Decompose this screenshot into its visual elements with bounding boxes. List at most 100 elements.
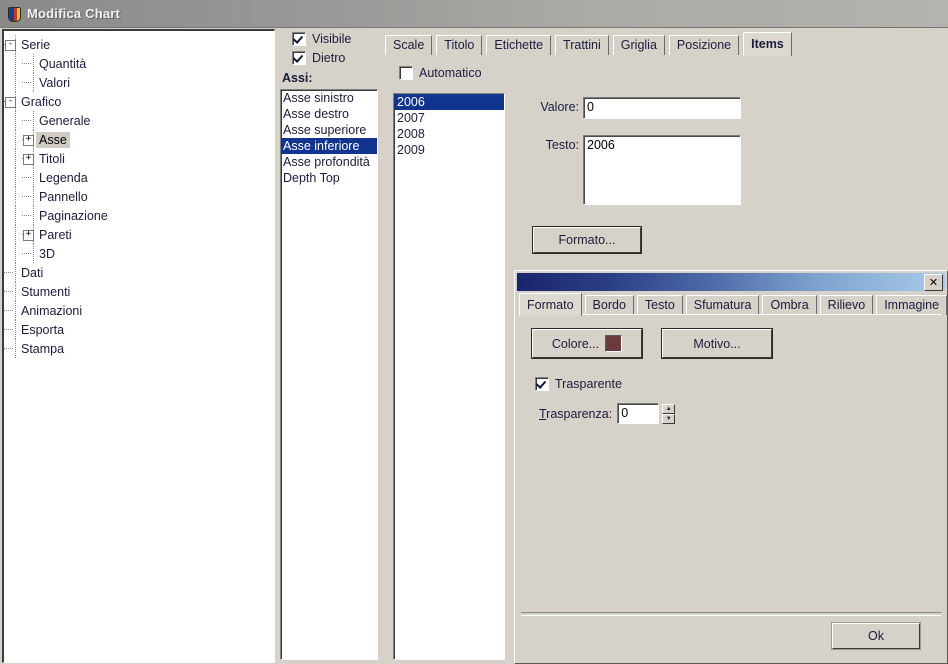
- tree-item-titoli[interactable]: + Titoli: [10, 149, 274, 168]
- behind-checkbox-row[interactable]: Dietro: [292, 48, 378, 67]
- items-list-item[interactable]: 2009: [394, 142, 504, 158]
- items-listbox[interactable]: 2006 2007 2008 2009: [393, 93, 505, 660]
- tree-item-valori[interactable]: Valori: [10, 73, 274, 92]
- format-tab-rilievo[interactable]: Rilievo: [819, 295, 874, 315]
- axis-options-panel: Visibile Dietro Assi: Asse sinistro Asse …: [278, 29, 378, 660]
- tree-guide: [33, 206, 34, 225]
- format-tab-panel: Colore... Motivo... Trasparente Traspare…: [519, 314, 941, 615]
- tree-item-animazioni[interactable]: Animazioni: [4, 301, 274, 320]
- dialog-separator: [521, 612, 941, 616]
- tree-item-pareti[interactable]: + Pareti: [10, 225, 274, 244]
- tab-posizione[interactable]: Posizione: [668, 35, 740, 55]
- tree-expand-icon[interactable]: +: [23, 230, 34, 241]
- color-button[interactable]: Colore...: [531, 328, 643, 359]
- tab-etichette[interactable]: Etichette: [486, 35, 552, 55]
- tree-item-label: Stampa: [21, 341, 65, 356]
- format-tab-ombra[interactable]: Ombra: [762, 295, 817, 315]
- tree-item-label: 3D: [39, 246, 55, 261]
- automatic-checkbox-row[interactable]: Automatico: [399, 63, 944, 83]
- transparency-input[interactable]: 0: [617, 403, 660, 424]
- tree-guide: [33, 168, 34, 187]
- tree-item-asse[interactable]: + Asse: [10, 130, 274, 149]
- tree-elbow: [4, 291, 14, 292]
- behind-checkbox[interactable]: [292, 50, 306, 65]
- axes-listbox[interactable]: Asse sinistro Asse destro Asse superiore As…: [280, 89, 378, 660]
- spinner-down-icon[interactable]: ▼: [662, 413, 676, 424]
- modifica-chart-window: Modifica Chart - Serie Quantità Valori - Graf…: [0, 0, 948, 664]
- tree-item-pannello[interactable]: Pannello: [10, 187, 274, 206]
- format-tab-sfumatura[interactable]: Sfumatura: [685, 295, 760, 315]
- items-list-item[interactable]: 2008: [394, 126, 504, 142]
- tree-guide: [15, 339, 16, 358]
- value-input[interactable]: 0: [583, 97, 741, 119]
- tree-expand-icon[interactable]: +: [23, 135, 34, 146]
- tree-item-generale[interactable]: Generale: [10, 111, 274, 130]
- tree-guide: [33, 111, 34, 130]
- tab-trattini[interactable]: Trattini: [555, 35, 609, 55]
- format-tab-bordo[interactable]: Bordo: [584, 295, 634, 315]
- format-button[interactable]: Formato...: [532, 226, 642, 254]
- tree-item-stampa[interactable]: Stampa: [4, 339, 274, 358]
- tree-guide: [15, 149, 16, 168]
- tree-item-3d[interactable]: 3D: [10, 244, 274, 263]
- axes-list-item[interactable]: Asse sinistro: [281, 90, 377, 106]
- axes-list-item[interactable]: Depth Top: [281, 170, 377, 186]
- transparency-spinner[interactable]: ▲ ▼: [662, 403, 676, 424]
- tree-item-quantit-[interactable]: Quantità: [10, 54, 274, 73]
- tree-item-serie[interactable]: - Serie: [4, 35, 274, 54]
- tree-guide: [15, 54, 16, 73]
- tree-item-label: Serie: [21, 37, 51, 52]
- tree-elbow: [22, 82, 32, 83]
- format-dialog-tab-strip[interactable]: Formato Bordo Testo Sfumatura Ombra Rilievo Im…: [519, 293, 948, 316]
- automatic-checkbox[interactable]: [399, 66, 413, 80]
- spinner-up-icon[interactable]: ▲: [662, 403, 676, 414]
- transparent-checkbox[interactable]: [535, 377, 549, 391]
- tree-item-label: Grafico: [21, 94, 62, 109]
- value-field-row: Valore: 0: [519, 97, 741, 119]
- format-tab-formato[interactable]: Formato: [519, 293, 582, 316]
- format-tab-testo[interactable]: Testo: [636, 295, 683, 315]
- transparent-checkbox-row[interactable]: Trasparente: [535, 377, 622, 391]
- tree-item-dati[interactable]: Dati: [4, 263, 274, 282]
- tree-item-grafico[interactable]: - Grafico: [4, 92, 274, 111]
- text-input[interactable]: 2006: [583, 135, 741, 205]
- tree-item-label: Valori: [39, 75, 71, 90]
- tree-collapse-icon[interactable]: -: [5, 97, 16, 108]
- ok-button[interactable]: Ok: [832, 623, 920, 649]
- visible-checkbox-row[interactable]: Visibile: [292, 29, 378, 48]
- axes-list-item[interactable]: Asse destro: [281, 106, 377, 122]
- window-title: Modifica Chart: [27, 6, 121, 21]
- tree-guide: [15, 73, 16, 92]
- tab-items[interactable]: Items: [743, 32, 792, 56]
- axes-list-item[interactable]: Asse profondità: [281, 154, 377, 170]
- tree-expand-icon[interactable]: +: [23, 154, 34, 165]
- close-icon[interactable]: ✕: [924, 273, 943, 291]
- tree-elbow: [4, 348, 14, 349]
- tree-item-esporta[interactable]: Esporta: [4, 320, 274, 339]
- navigation-tree[interactable]: - Serie Quantità Valori - Grafico Generale + Ass…: [2, 29, 275, 663]
- axes-list-item[interactable]: Asse superiore: [281, 122, 377, 138]
- axes-list-item[interactable]: Asse inferiore: [281, 138, 377, 154]
- tree-guide: [15, 111, 16, 130]
- tree-item-stumenti[interactable]: Stumenti: [4, 282, 274, 301]
- visible-checkbox[interactable]: [292, 31, 306, 46]
- tab-titolo[interactable]: Titolo: [436, 35, 483, 55]
- tree-item-label: Stumenti: [21, 284, 71, 299]
- items-list-item[interactable]: 2007: [394, 110, 504, 126]
- behind-checkbox-label: Dietro: [312, 50, 346, 65]
- tree-item-label: Asse: [36, 131, 70, 148]
- tree-item-legenda[interactable]: Legenda: [10, 168, 274, 187]
- tree-elbow: [4, 272, 14, 273]
- tree-collapse-icon[interactable]: -: [5, 40, 16, 51]
- tree-elbow: [22, 177, 32, 178]
- main-tab-strip[interactable]: Scale Titolo Etichette Trattini Griglia Posiz…: [385, 32, 946, 56]
- tree-guide: [15, 168, 16, 187]
- format-tab-immagine[interactable]: Immagine: [876, 295, 948, 315]
- tab-scale[interactable]: Scale: [385, 35, 433, 55]
- transparency-row: Trasparenza: 0 ▲ ▼: [539, 403, 676, 424]
- pattern-button[interactable]: Motivo...: [661, 328, 773, 359]
- tree-elbow: [4, 310, 14, 311]
- tree-item-paginazione[interactable]: Paginazione: [10, 206, 274, 225]
- tab-griglia[interactable]: Griglia: [612, 35, 665, 55]
- items-list-item[interactable]: 2006: [394, 94, 504, 110]
